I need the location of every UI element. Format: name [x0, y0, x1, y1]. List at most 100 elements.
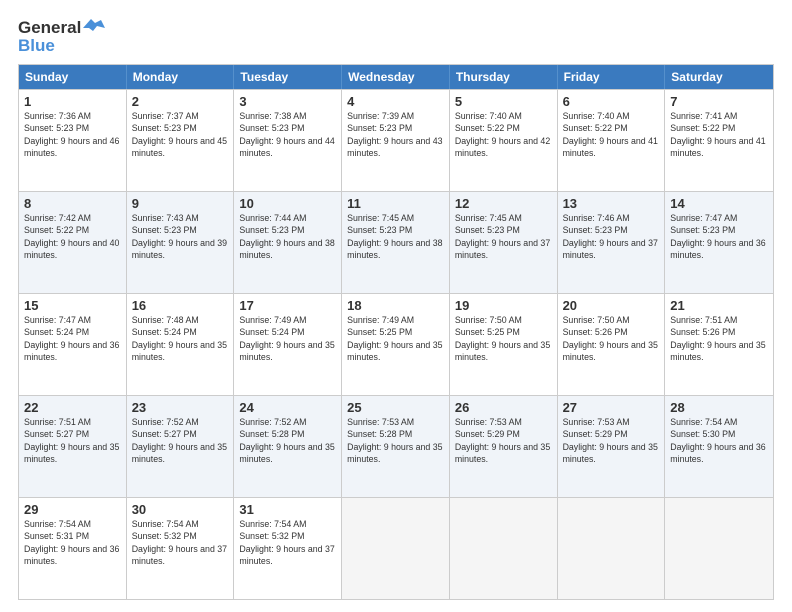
day-info: Sunrise: 7:44 AMSunset: 5:23 PMDaylight:…: [239, 212, 336, 261]
day-info: Sunrise: 7:52 AMSunset: 5:27 PMDaylight:…: [132, 416, 229, 465]
day-number: 18: [347, 298, 444, 313]
day-info: Sunrise: 7:36 AMSunset: 5:23 PMDaylight:…: [24, 110, 121, 159]
day-info: Sunrise: 7:52 AMSunset: 5:28 PMDaylight:…: [239, 416, 336, 465]
day-info: Sunrise: 7:37 AMSunset: 5:23 PMDaylight:…: [132, 110, 229, 159]
calendar-header: SundayMondayTuesdayWednesdayThursdayFrid…: [19, 65, 773, 89]
day-info: Sunrise: 7:49 AMSunset: 5:25 PMDaylight:…: [347, 314, 444, 363]
calendar-header-cell: Friday: [558, 65, 666, 89]
day-number: 7: [670, 94, 768, 109]
day-number: 14: [670, 196, 768, 211]
day-number: 13: [563, 196, 660, 211]
calendar-header-cell: Saturday: [665, 65, 773, 89]
calendar-row: 29Sunrise: 7:54 AMSunset: 5:31 PMDayligh…: [19, 497, 773, 599]
day-number: 11: [347, 196, 444, 211]
calendar-cell: 26Sunrise: 7:53 AMSunset: 5:29 PMDayligh…: [450, 396, 558, 497]
calendar-cell: 11Sunrise: 7:45 AMSunset: 5:23 PMDayligh…: [342, 192, 450, 293]
day-info: Sunrise: 7:46 AMSunset: 5:23 PMDaylight:…: [563, 212, 660, 261]
calendar-cell: 9Sunrise: 7:43 AMSunset: 5:23 PMDaylight…: [127, 192, 235, 293]
day-number: 15: [24, 298, 121, 313]
day-number: 16: [132, 298, 229, 313]
logo-bird-icon: [83, 19, 105, 37]
day-number: 9: [132, 196, 229, 211]
day-number: 2: [132, 94, 229, 109]
header: General Blue: [18, 18, 774, 56]
day-number: 12: [455, 196, 552, 211]
calendar-cell: 17Sunrise: 7:49 AMSunset: 5:24 PMDayligh…: [234, 294, 342, 395]
calendar-header-cell: Tuesday: [234, 65, 342, 89]
day-info: Sunrise: 7:51 AMSunset: 5:26 PMDaylight:…: [670, 314, 768, 363]
calendar-cell: 22Sunrise: 7:51 AMSunset: 5:27 PMDayligh…: [19, 396, 127, 497]
day-info: Sunrise: 7:39 AMSunset: 5:23 PMDaylight:…: [347, 110, 444, 159]
calendar-cell: 6Sunrise: 7:40 AMSunset: 5:22 PMDaylight…: [558, 90, 666, 191]
calendar-cell: 28Sunrise: 7:54 AMSunset: 5:30 PMDayligh…: [665, 396, 773, 497]
day-number: 30: [132, 502, 229, 517]
calendar-row: 15Sunrise: 7:47 AMSunset: 5:24 PMDayligh…: [19, 293, 773, 395]
calendar-cell: 15Sunrise: 7:47 AMSunset: 5:24 PMDayligh…: [19, 294, 127, 395]
calendar-cell: 24Sunrise: 7:52 AMSunset: 5:28 PMDayligh…: [234, 396, 342, 497]
day-info: Sunrise: 7:41 AMSunset: 5:22 PMDaylight:…: [670, 110, 768, 159]
calendar-cell: 13Sunrise: 7:46 AMSunset: 5:23 PMDayligh…: [558, 192, 666, 293]
calendar-row: 8Sunrise: 7:42 AMSunset: 5:22 PMDaylight…: [19, 191, 773, 293]
day-number: 3: [239, 94, 336, 109]
day-info: Sunrise: 7:48 AMSunset: 5:24 PMDaylight:…: [132, 314, 229, 363]
calendar-cell: 18Sunrise: 7:49 AMSunset: 5:25 PMDayligh…: [342, 294, 450, 395]
calendar-cell: 3Sunrise: 7:38 AMSunset: 5:23 PMDaylight…: [234, 90, 342, 191]
page: General Blue SundayMondayTuesdayWednesda…: [0, 0, 792, 612]
calendar-body: 1Sunrise: 7:36 AMSunset: 5:23 PMDaylight…: [19, 89, 773, 599]
calendar-header-cell: Thursday: [450, 65, 558, 89]
logo-general: General: [18, 18, 81, 38]
calendar-cell-empty: [342, 498, 450, 599]
day-number: 28: [670, 400, 768, 415]
calendar-cell: 16Sunrise: 7:48 AMSunset: 5:24 PMDayligh…: [127, 294, 235, 395]
calendar-row: 1Sunrise: 7:36 AMSunset: 5:23 PMDaylight…: [19, 89, 773, 191]
day-info: Sunrise: 7:54 AMSunset: 5:32 PMDaylight:…: [239, 518, 336, 567]
calendar-cell-empty: [450, 498, 558, 599]
calendar-row: 22Sunrise: 7:51 AMSunset: 5:27 PMDayligh…: [19, 395, 773, 497]
day-info: Sunrise: 7:49 AMSunset: 5:24 PMDaylight:…: [239, 314, 336, 363]
day-number: 6: [563, 94, 660, 109]
logo: General Blue: [18, 18, 105, 56]
day-number: 22: [24, 400, 121, 415]
day-number: 17: [239, 298, 336, 313]
day-info: Sunrise: 7:47 AMSunset: 5:23 PMDaylight:…: [670, 212, 768, 261]
day-number: 23: [132, 400, 229, 415]
day-number: 20: [563, 298, 660, 313]
calendar-cell-empty: [665, 498, 773, 599]
day-info: Sunrise: 7:45 AMSunset: 5:23 PMDaylight:…: [347, 212, 444, 261]
day-number: 24: [239, 400, 336, 415]
calendar-cell: 23Sunrise: 7:52 AMSunset: 5:27 PMDayligh…: [127, 396, 235, 497]
day-number: 19: [455, 298, 552, 313]
calendar-cell: 8Sunrise: 7:42 AMSunset: 5:22 PMDaylight…: [19, 192, 127, 293]
day-number: 1: [24, 94, 121, 109]
day-number: 5: [455, 94, 552, 109]
calendar-cell: 21Sunrise: 7:51 AMSunset: 5:26 PMDayligh…: [665, 294, 773, 395]
day-info: Sunrise: 7:42 AMSunset: 5:22 PMDaylight:…: [24, 212, 121, 261]
day-number: 27: [563, 400, 660, 415]
calendar: SundayMondayTuesdayWednesdayThursdayFrid…: [18, 64, 774, 600]
calendar-cell-empty: [558, 498, 666, 599]
calendar-cell: 30Sunrise: 7:54 AMSunset: 5:32 PMDayligh…: [127, 498, 235, 599]
day-info: Sunrise: 7:45 AMSunset: 5:23 PMDaylight:…: [455, 212, 552, 261]
day-info: Sunrise: 7:53 AMSunset: 5:29 PMDaylight:…: [563, 416, 660, 465]
calendar-cell: 1Sunrise: 7:36 AMSunset: 5:23 PMDaylight…: [19, 90, 127, 191]
logo-blue: Blue: [18, 36, 55, 56]
day-number: 4: [347, 94, 444, 109]
calendar-cell: 4Sunrise: 7:39 AMSunset: 5:23 PMDaylight…: [342, 90, 450, 191]
day-info: Sunrise: 7:38 AMSunset: 5:23 PMDaylight:…: [239, 110, 336, 159]
day-info: Sunrise: 7:40 AMSunset: 5:22 PMDaylight:…: [563, 110, 660, 159]
day-number: 29: [24, 502, 121, 517]
calendar-cell: 2Sunrise: 7:37 AMSunset: 5:23 PMDaylight…: [127, 90, 235, 191]
calendar-cell: 25Sunrise: 7:53 AMSunset: 5:28 PMDayligh…: [342, 396, 450, 497]
calendar-cell: 14Sunrise: 7:47 AMSunset: 5:23 PMDayligh…: [665, 192, 773, 293]
calendar-cell: 19Sunrise: 7:50 AMSunset: 5:25 PMDayligh…: [450, 294, 558, 395]
day-info: Sunrise: 7:47 AMSunset: 5:24 PMDaylight:…: [24, 314, 121, 363]
day-number: 8: [24, 196, 121, 211]
day-info: Sunrise: 7:53 AMSunset: 5:29 PMDaylight:…: [455, 416, 552, 465]
calendar-cell: 31Sunrise: 7:54 AMSunset: 5:32 PMDayligh…: [234, 498, 342, 599]
calendar-header-cell: Wednesday: [342, 65, 450, 89]
calendar-cell: 27Sunrise: 7:53 AMSunset: 5:29 PMDayligh…: [558, 396, 666, 497]
calendar-cell: 10Sunrise: 7:44 AMSunset: 5:23 PMDayligh…: [234, 192, 342, 293]
calendar-cell: 20Sunrise: 7:50 AMSunset: 5:26 PMDayligh…: [558, 294, 666, 395]
day-info: Sunrise: 7:53 AMSunset: 5:28 PMDaylight:…: [347, 416, 444, 465]
day-info: Sunrise: 7:43 AMSunset: 5:23 PMDaylight:…: [132, 212, 229, 261]
